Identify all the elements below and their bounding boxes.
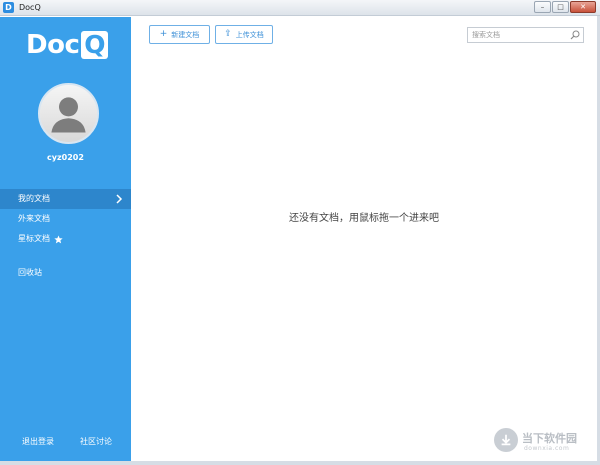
window-controls: – □ ✕ xyxy=(534,1,596,13)
new-document-label: 新建文档 xyxy=(171,30,200,39)
download-arrow-icon xyxy=(494,428,518,452)
sidebar-item-label: 外来文档 xyxy=(18,214,50,223)
watermark-url: downxia.com xyxy=(524,445,570,452)
sidebar-footer: 退出登录 社区讨论 xyxy=(0,436,131,447)
new-document-button[interactable]: + 新建文档 xyxy=(149,25,210,44)
main-content: + 新建文档 ⇪ 上传文档 还没有文档，用鼠标拖一个进来吧 xyxy=(131,17,597,461)
window-border-bottom xyxy=(0,461,600,465)
sidebar: Doc Q cyz0202 我的文档 外来文档 星标文档 回收站 退出登录 社区… xyxy=(0,17,131,461)
watermark-text: 当下软件园 xyxy=(522,432,577,445)
sidebar-item-recycle-bin[interactable]: 回收站 xyxy=(0,263,131,283)
sidebar-item-external-docs[interactable]: 外来文档 xyxy=(0,209,131,229)
sidebar-nav: 我的文档 外来文档 星标文档 回收站 xyxy=(0,189,131,283)
window-title: DocQ xyxy=(19,3,41,12)
sidebar-item-my-docs[interactable]: 我的文档 xyxy=(0,189,131,209)
window-title-bar: D DocQ – □ ✕ xyxy=(0,0,600,16)
chevron-right-icon xyxy=(116,194,123,204)
search-box xyxy=(467,27,584,43)
sidebar-item-label: 我的文档 xyxy=(18,194,50,203)
sidebar-item-label: 星标文档 xyxy=(18,234,50,243)
search-icon[interactable] xyxy=(570,30,580,40)
close-button[interactable]: ✕ xyxy=(570,1,596,13)
upload-icon: ⇪ xyxy=(224,29,232,39)
site-watermark: 当下软件园 downxia.com xyxy=(494,428,594,458)
app-icon: D xyxy=(3,2,14,13)
upload-document-button[interactable]: ⇪ 上传文档 xyxy=(215,25,273,44)
avatar[interactable] xyxy=(38,83,99,144)
logo-text: Doc xyxy=(26,30,80,60)
maximize-button[interactable]: □ xyxy=(552,1,569,13)
upload-document-label: 上传文档 xyxy=(235,30,264,39)
star-icon xyxy=(54,234,63,243)
username: cyz0202 xyxy=(47,153,84,162)
search-input[interactable] xyxy=(468,28,568,42)
sidebar-item-label: 回收站 xyxy=(18,268,42,277)
user-silhouette-icon xyxy=(40,85,97,142)
app-logo: Doc Q xyxy=(26,30,109,60)
plus-icon: + xyxy=(159,29,168,39)
logout-link[interactable]: 退出登录 xyxy=(22,436,54,447)
minimize-button[interactable]: – xyxy=(534,1,551,13)
community-link[interactable]: 社区讨论 xyxy=(80,436,112,447)
logo-q-mark: Q xyxy=(81,31,109,59)
sidebar-item-starred-docs[interactable]: 星标文档 xyxy=(0,229,131,249)
empty-state-message: 还没有文档，用鼠标拖一个进来吧 xyxy=(289,213,439,224)
